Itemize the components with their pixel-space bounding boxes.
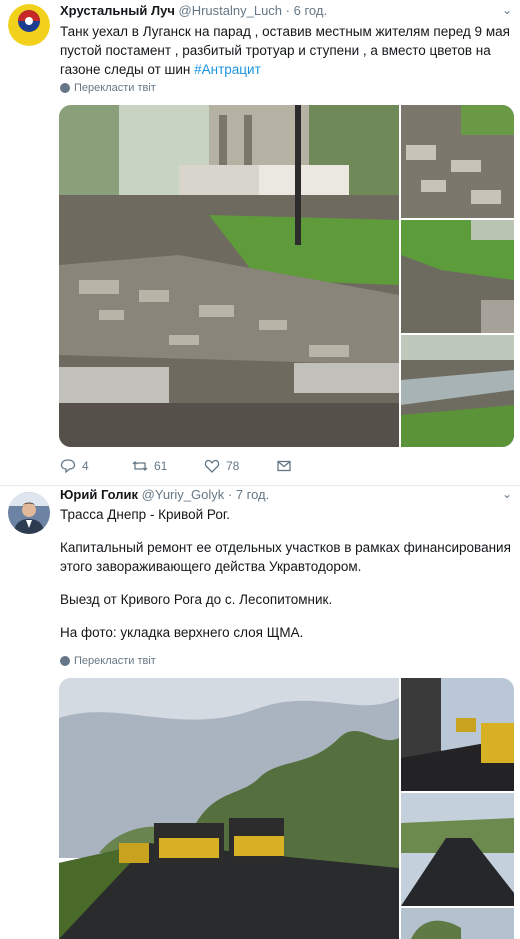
author-handle[interactable]: @Hrustalny_Luch	[179, 3, 283, 18]
chevron-down-icon[interactable]: ⌄	[502, 3, 512, 17]
like-button[interactable]: 78	[204, 458, 276, 474]
tweet-photo-2[interactable]	[401, 678, 514, 791]
avatar[interactable]	[8, 492, 50, 534]
tweet-header: Юрий Голик @Yuriy_Golyk · 7 год.	[60, 487, 270, 502]
globe-icon	[60, 83, 70, 93]
globe-icon	[60, 656, 70, 666]
tweet-photo-main[interactable]	[59, 105, 399, 447]
author-handle[interactable]: @Yuriy_Golyk	[142, 487, 225, 502]
retweet-button[interactable]: 61	[132, 458, 204, 474]
chevron-down-icon[interactable]: ⌄	[502, 487, 512, 501]
reply-icon	[60, 459, 76, 474]
tweet-body: Танк уехал в Луганск на парад , оставив …	[60, 24, 510, 77]
tweet-time[interactable]: 7 год.	[236, 487, 269, 502]
like-count: 78	[226, 459, 240, 473]
tweet-photo-main[interactable]	[59, 678, 399, 939]
retweet-count: 61	[154, 459, 168, 473]
tweet-photo-4[interactable]	[401, 335, 514, 447]
translate-label: Перекласти твіт	[74, 82, 156, 94]
tweet-photo-2[interactable]	[401, 105, 514, 218]
author-name[interactable]: Юрий Голик	[60, 487, 138, 502]
avatar[interactable]	[8, 4, 50, 46]
translate-link[interactable]: Перекласти твіт	[60, 82, 156, 94]
translate-label: Перекласти твіт	[74, 655, 156, 667]
tweet-time[interactable]: 6 год.	[294, 3, 327, 18]
reply-count: 4	[82, 459, 89, 473]
hashtag-link[interactable]: #Антрацит	[194, 62, 261, 77]
translate-link[interactable]: Перекласти твіт	[60, 655, 156, 667]
message-button[interactable]	[276, 458, 348, 474]
retweet-icon	[132, 461, 148, 471]
like-icon	[204, 459, 220, 473]
tweet-line: Трасса Днепр - Кривой Рог.	[60, 507, 230, 522]
tweet-photo-3[interactable]	[401, 793, 514, 906]
tweet-line: Выезд от Кривого Рога до с. Лесопитомник…	[60, 592, 333, 607]
tweet-text: Танк уехал в Луганск на парад , оставив …	[60, 22, 515, 79]
tweet-photo-3[interactable]	[401, 220, 514, 333]
tweet-line: На фото: укладка верхнего слоя ЩМА.	[60, 625, 304, 640]
tweet-actions: 4 61 78	[60, 458, 348, 474]
reply-button[interactable]: 4	[60, 458, 132, 474]
tweet-line: Капитальный ремонт ее отдельных участков…	[60, 540, 511, 574]
tweet-text: Трасса Днепр - Кривой Рог. Капитальный р…	[60, 505, 515, 642]
tweet-header: Хрустальный Луч @Hrustalny_Luch · 6 год.	[60, 3, 328, 18]
message-icon	[277, 460, 291, 472]
tweet-photo-4[interactable]	[401, 908, 514, 939]
tweet-1[interactable]: Хрустальный Луч @Hrustalny_Luch · 6 год.…	[0, 0, 520, 486]
author-name[interactable]: Хрустальный Луч	[60, 3, 175, 18]
